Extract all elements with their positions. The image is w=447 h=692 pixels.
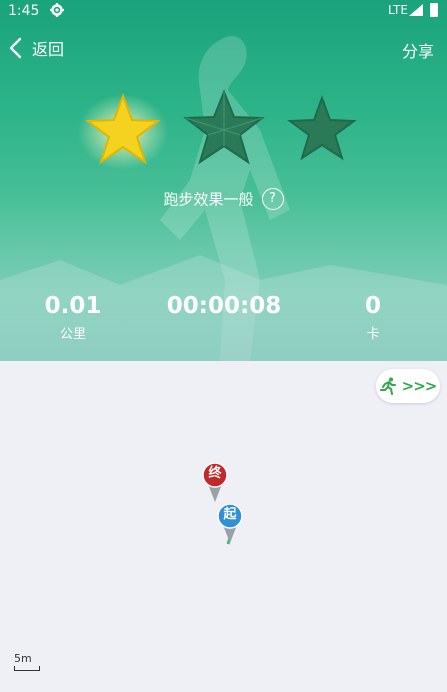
map-scale-label: 5m [14, 652, 32, 665]
star-empty-icon [183, 89, 265, 165]
start-marker[interactable]: 起 [217, 503, 243, 543]
back-button[interactable]: 返回 [8, 36, 64, 60]
rating-text: 跑步效果一般 [163, 190, 254, 209]
distance-value: 0.01 [44, 293, 102, 319]
status-time: 1:45 [8, 3, 40, 19]
map-scale-bar [14, 666, 40, 671]
battery-icon [430, 3, 438, 17]
back-label: 返回 [32, 40, 65, 59]
end-marker-label: 终 [208, 466, 222, 481]
gear-icon [50, 3, 64, 17]
network-type: LTE [388, 3, 408, 17]
help-icon[interactable]: ? [261, 188, 284, 210]
chevron-left-icon [9, 37, 22, 59]
replay-arrows: >>> [401, 377, 438, 395]
calories-unit: 卡 [366, 327, 380, 342]
status-bar: 1:45 LTE [0, 0, 447, 22]
star-filled-icon [78, 93, 168, 170]
calories-value: 0 [364, 293, 381, 319]
share-button[interactable]: 分享 [402, 38, 434, 62]
start-marker-label: 起 [223, 507, 237, 522]
runner-icon [379, 377, 396, 395]
distance-unit: 公里 [59, 327, 86, 342]
duration-stat: 00:00:08 [160, 292, 288, 323]
distance-stat: 0.01 公里 [30, 292, 116, 342]
signal-icon [409, 4, 423, 16]
replay-route-button[interactable]: >>> [376, 369, 440, 403]
star-empty-icon [287, 95, 357, 161]
rating-summary: 跑步效果一般? [0, 188, 447, 210]
calories-stat: 0 卡 [345, 292, 401, 342]
duration-value: 00:00:08 [166, 293, 282, 319]
end-marker[interactable]: 终 [202, 462, 228, 502]
